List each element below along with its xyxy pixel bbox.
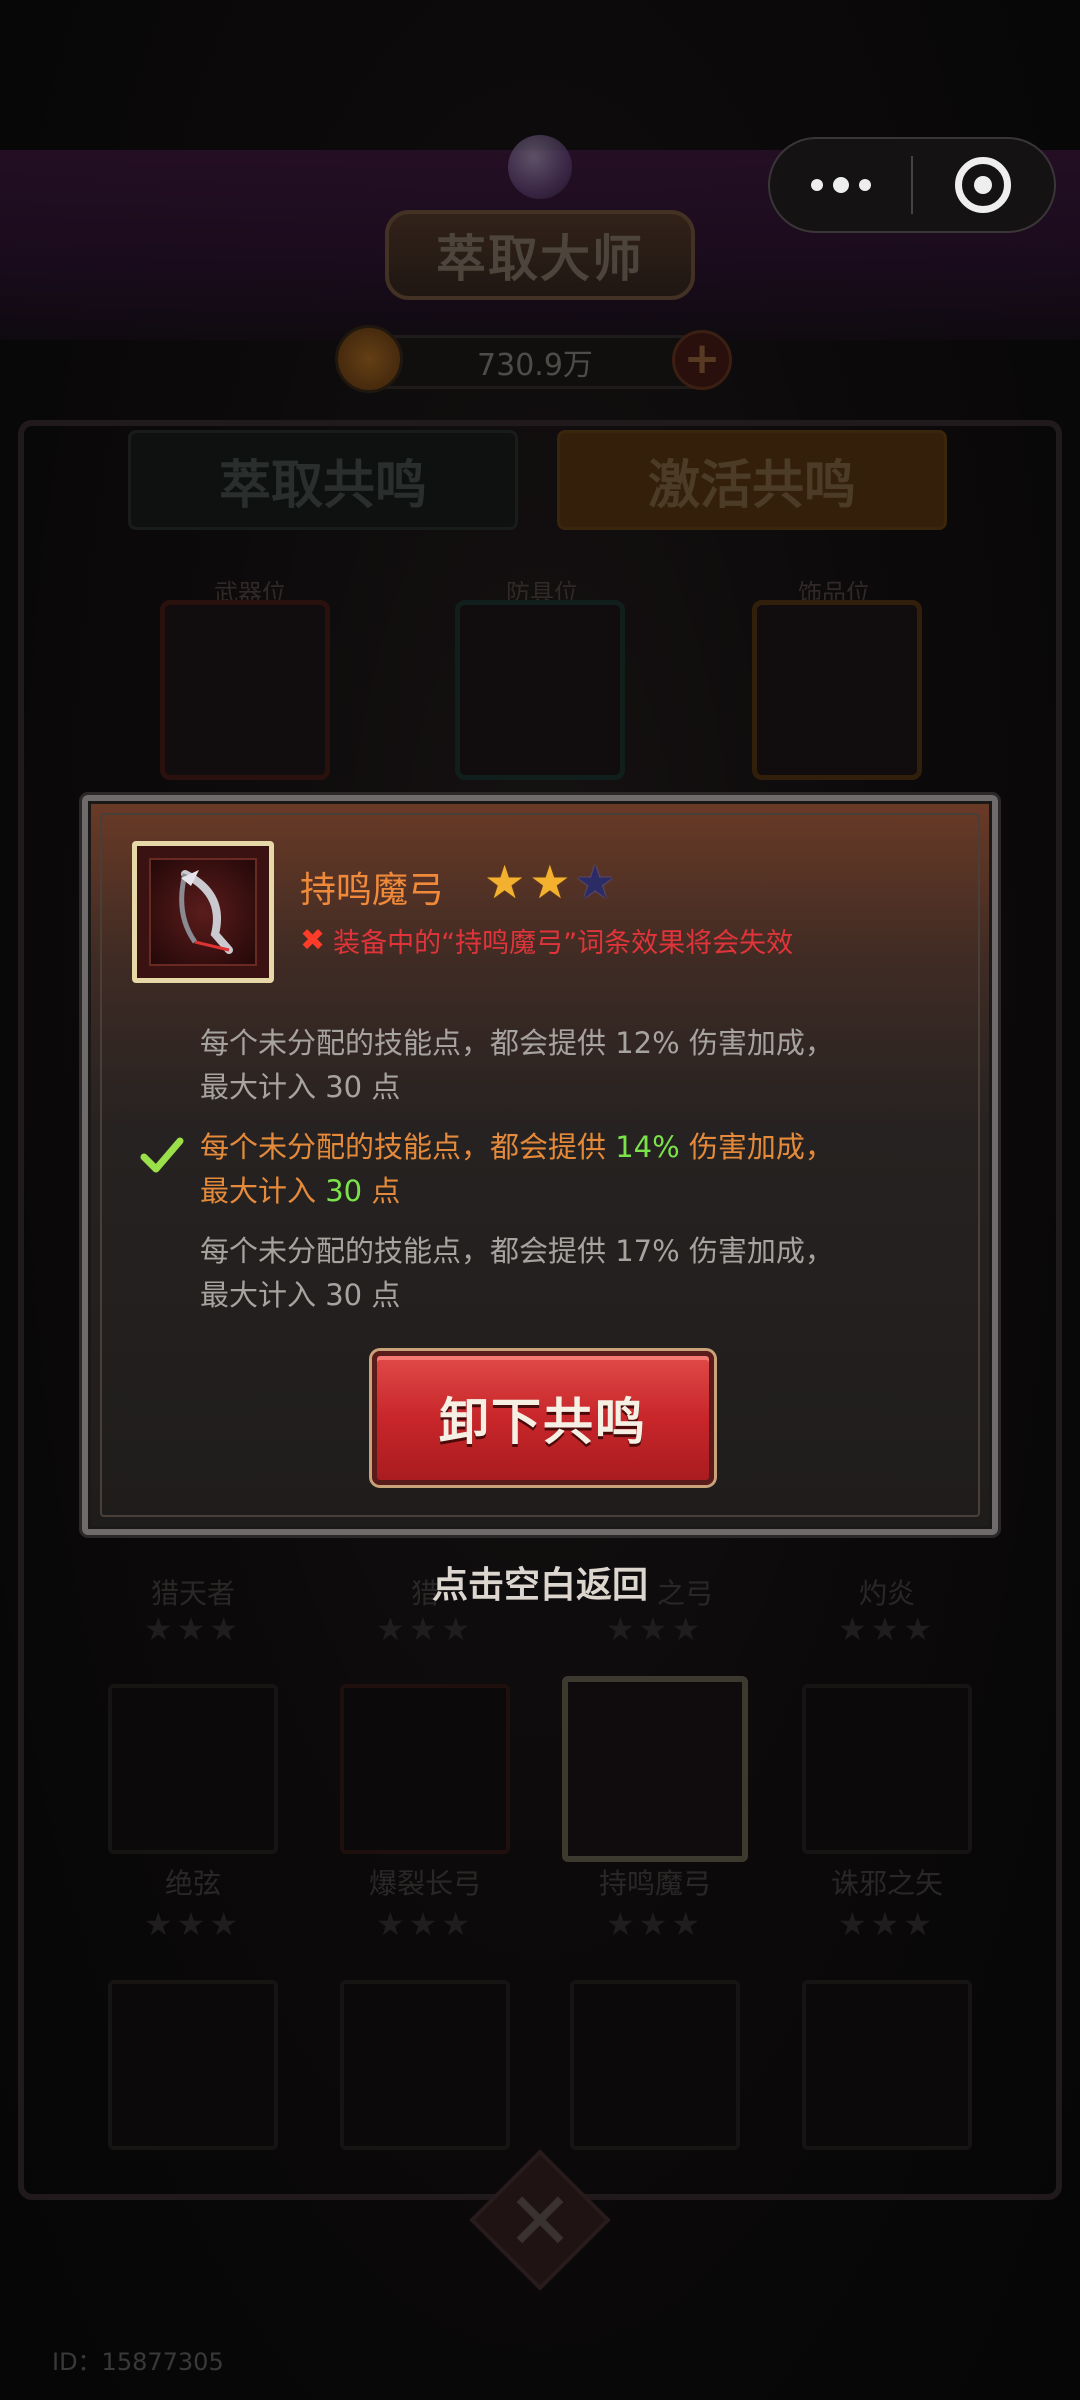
item-star-rating: ★ ★ ★ — [484, 857, 616, 907]
effect-line-2: 最大计入 30 点 — [200, 1174, 401, 1208]
unload-resonance-button[interactable]: 卸下共鸣 — [372, 1351, 714, 1485]
effect-tier-3: 每个未分配的技能点，都会提供 17% 伤害加成， 最大计入 30 点 — [200, 1229, 920, 1317]
more-options-button[interactable] — [770, 139, 911, 231]
dot-icon — [858, 179, 871, 191]
item-name: 持鸣魔弓 — [300, 870, 445, 911]
effect-line-1: 每个未分配的技能点，都会提供 12% 伤害加成， — [200, 1026, 834, 1060]
effect-line-1: 每个未分配的技能点，都会提供 14% 伤害加成， — [200, 1130, 834, 1164]
resonance-detail-dialog: 持鸣魔弓 ★ ★ ★ ✖ 装备中的“持鸣魔弓”词条效果将会失效 每个未分配的技能… — [82, 795, 998, 1535]
miniprogram-capsule — [768, 137, 1056, 233]
tap-blank-to-return-hint: 点击空白返回 — [431, 1565, 648, 1606]
unload-resonance-label: 卸下共鸣 — [439, 1393, 647, 1451]
star-filled-icon: ★ — [529, 855, 571, 909]
check-icon — [140, 1137, 184, 1173]
dot-icon — [832, 177, 849, 193]
effect-tier-1: 每个未分配的技能点，都会提供 12% 伤害加成， 最大计入 30 点 — [200, 1021, 920, 1109]
star-filled-icon: ★ — [484, 855, 526, 909]
effect-tier-2-active: 每个未分配的技能点，都会提供 14% 伤害加成， 最大计入 30 点 — [200, 1125, 920, 1213]
warning-text: 装备中的“持鸣魔弓”词条效果将会失效 — [333, 928, 794, 959]
item-icon-frame — [132, 841, 274, 983]
effect-line-2: 最大计入 30 点 — [200, 1070, 401, 1104]
bow-icon — [149, 858, 257, 966]
warning-row: ✖ 装备中的“持鸣魔弓”词条效果将会失效 — [300, 921, 793, 960]
target-close-icon — [955, 157, 1012, 213]
cross-icon: ✖ — [300, 923, 326, 958]
effect-line-2: 最大计入 30 点 — [200, 1278, 401, 1312]
exit-miniprogram-button[interactable] — [913, 139, 1054, 231]
dot-icon — [810, 179, 823, 191]
star-empty-icon: ★ — [574, 855, 616, 909]
effect-line-1: 每个未分配的技能点，都会提供 17% 伤害加成， — [200, 1234, 834, 1268]
